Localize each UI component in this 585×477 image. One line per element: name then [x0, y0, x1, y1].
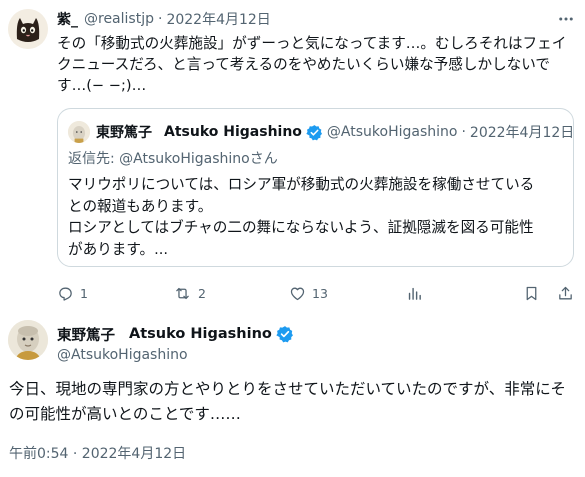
verified-badge-icon	[276, 326, 293, 343]
separator-dot: ·	[157, 11, 163, 27]
retweet-icon	[176, 287, 189, 299]
reply-icon	[59, 287, 72, 301]
quoted-tweet-date: 2022年4月12日	[469, 125, 575, 141]
like-button[interactable]: 13	[289, 280, 328, 306]
quoted-author-avatar	[68, 121, 90, 143]
reply-count: 1	[80, 285, 88, 301]
reply-to-line: 返信先: @AtsukoHigashinoさん	[68, 149, 278, 169]
reply-tweet-text: その「移動式の火葬施設」がずーっと気になってます…。むしろそれはフェイクニュース…	[57, 35, 567, 94]
reply-author-avatar[interactable]	[8, 9, 48, 49]
quoted-text-line: があります。...	[68, 240, 169, 258]
share-button[interactable]	[557, 280, 574, 306]
quoted-text-line: との報道もあります。	[68, 197, 213, 215]
share-icon	[559, 286, 572, 299]
bookmark-icon	[526, 286, 537, 300]
like-icon	[290, 287, 305, 300]
retweet-button[interactable]: 2	[173, 280, 206, 306]
main-author-name-ja[interactable]: 東野篤子	[57, 324, 115, 345]
verified-badge-icon	[306, 124, 322, 140]
views-button[interactable]	[406, 280, 423, 306]
reply-tweet-date[interactable]: 2022年4月12日	[166, 9, 270, 29]
views-icon	[408, 287, 421, 300]
tweet-action-bar: 1 2 13	[57, 280, 575, 306]
main-tweet-header: 東野篤子 Atsuko Higashino	[57, 323, 294, 345]
reply-author-name[interactable]: 紫_	[57, 9, 78, 29]
main-author-name-en[interactable]: Atsuko Higashino	[129, 326, 272, 342]
reply-tweet-header: 紫_ @realistjp · 2022年4月12日	[57, 8, 271, 30]
main-tweet-timestamp[interactable]: 午前0:54 · 2022年4月12日	[9, 444, 186, 464]
reply-button[interactable]: 1	[57, 280, 88, 306]
quoted-author-name-ja: 東野篤子	[96, 125, 152, 141]
main-author-handle[interactable]: @AtsukoHigashino	[57, 345, 188, 365]
quoted-author-name-en: Atsuko Higashino	[164, 124, 302, 140]
quoted-tweet-text: マリウポリについては、ロシア軍が移動式の火葬施設を稼働させている との報道もあり…	[68, 174, 563, 260]
more-options-button[interactable]	[553, 6, 579, 32]
reply-to-handle[interactable]: @AtsukoHigashinoさん	[119, 151, 278, 167]
quoted-tweet-header: 東野篤子 Atsuko Higashino @AtsukoHigashino ·…	[96, 121, 574, 143]
like-count: 13	[312, 285, 328, 301]
quoted-text-line: ロシアとしてはブチャの二の舞にならないよう、証拠隠滅を図る可能性	[68, 219, 534, 236]
quoted-text-line: マリウポリについては、ロシア軍が移動式の火葬施設を稼働させている	[68, 176, 535, 193]
bookmark-button[interactable]	[523, 280, 540, 306]
main-tweet-text: 今日、現地の専門家の方とやりとりをさせていただいていたのですが、非常にその可能性…	[9, 380, 566, 423]
main-author-avatar[interactable]	[8, 320, 48, 360]
quoted-author-handle: @AtsukoHigashino	[326, 124, 458, 140]
retweet-count: 2	[198, 285, 206, 301]
reply-author-handle[interactable]: @realistjp	[84, 11, 154, 27]
reply-to-prefix: 返信先:	[68, 151, 120, 167]
separator-dot: ·	[461, 124, 466, 140]
quoted-tweet-card[interactable]: 東野篤子 Atsuko Higashino @AtsukoHigashino ·…	[57, 108, 574, 267]
more-icon	[559, 17, 573, 21]
